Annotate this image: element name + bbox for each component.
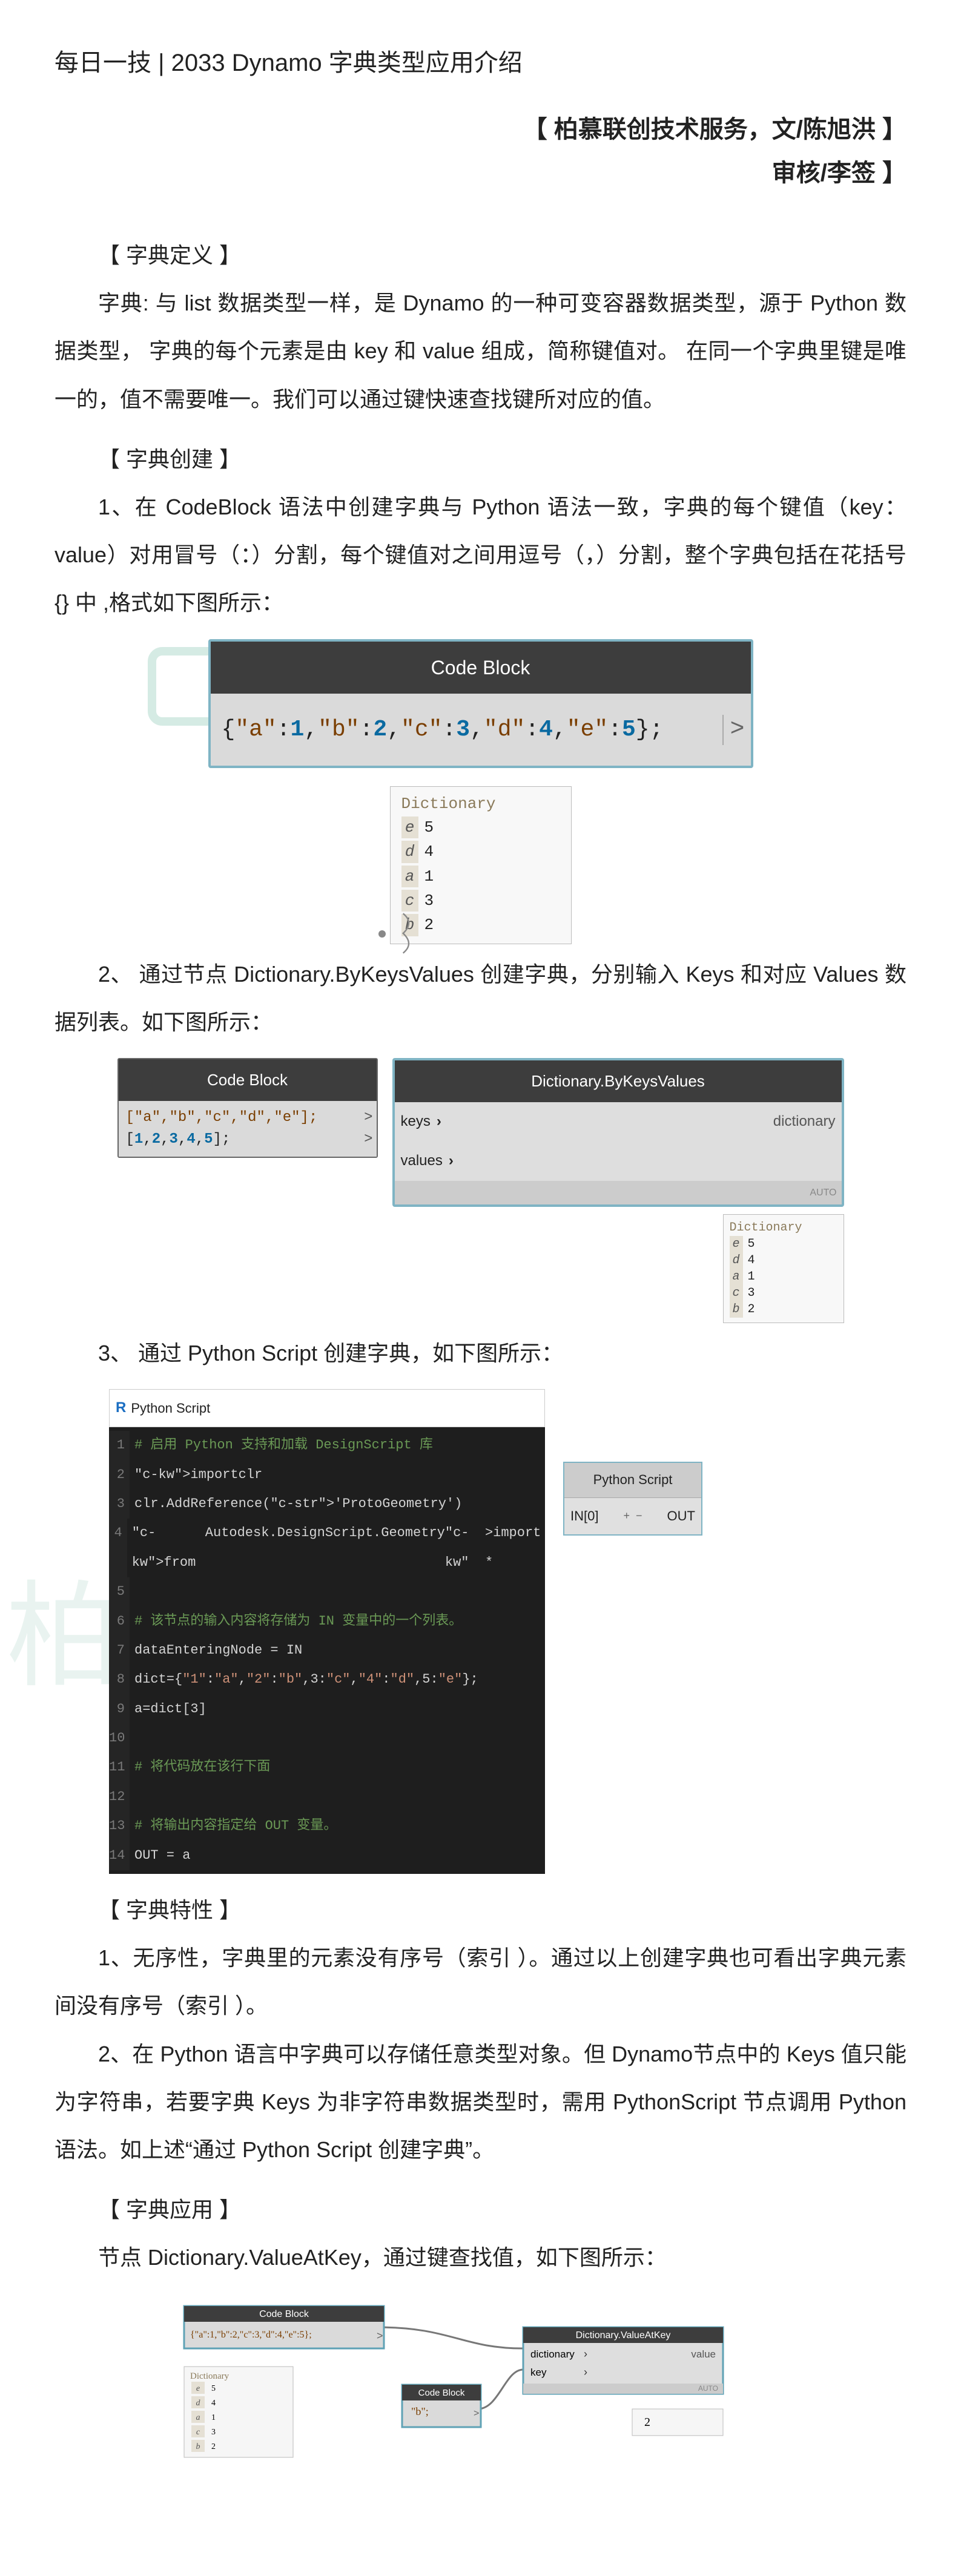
- python-script-node: Python Script IN[0] + − OUT: [563, 1462, 702, 1536]
- port-values: values: [401, 1145, 443, 1177]
- svg-text:a: a: [196, 2413, 200, 2422]
- dictionary-output-panel: Dictionary e 5 d 4 a 1 c 3 b 2: [184, 2367, 293, 2457]
- expand-handle-icon: [401, 912, 416, 954]
- create-method-3: 3、 通过 Python Script 创建字典，如下图所示：: [54, 1329, 907, 1377]
- article-title: 每日一技 | 2033 Dynamo 字典类型应用介绍: [54, 36, 907, 90]
- figure-valueatkey: Code Block {"a":1,"b":2,"c":3,"d":4,"e":…: [148, 2294, 814, 2534]
- property-2: 2、在 Python 语言中字典可以存储任意类型对象。但 Dynamo节点中的 …: [54, 2030, 907, 2174]
- byline-reviewer: 审核/李签 】: [54, 151, 907, 195]
- svg-text:AUTO: AUTO: [698, 2384, 718, 2393]
- application-paragraph: 节点 Dictionary.ValueAtKey，通过键查找值，如下图所示：: [54, 2233, 907, 2281]
- figure-codeblock-dict: www.lcbim.com Code Block {"a":1,"b":2,"c…: [208, 639, 753, 944]
- dictionary-bykeysvalues-node: Dictionary.ByKeysValues keys›dictionary …: [392, 1058, 844, 1207]
- svg-text:Dictionary: Dictionary: [190, 2371, 230, 2381]
- port-in: IN[0]: [570, 1502, 598, 1531]
- svg-text:>: >: [474, 2408, 479, 2419]
- port-dictionary-out: dictionary: [773, 1106, 836, 1138]
- output-type-label: Dictionary: [399, 793, 563, 815]
- svg-text:dictionary: dictionary: [530, 2348, 575, 2360]
- figure-bykeysvalues: Code Block ["a","b","c","d","e"]; [1,2,3…: [117, 1058, 844, 1323]
- byline: 【 柏慕联创技术服务，文/陈旭洪 】 审核/李签 】: [54, 108, 907, 195]
- codeblock-node: Code Block {"a":1,"b":2,"c":3,"d":4,"e":…: [184, 2306, 384, 2348]
- node-header: Dictionary.ByKeysValues: [395, 1060, 842, 1102]
- node-header: Code Block: [211, 642, 751, 694]
- python-editor-body: 1# 启用 Python 支持和加载 DesignScript 库2"c-kw"…: [109, 1427, 545, 1874]
- figure-python-script: RPython Script 1# 启用 Python 支持和加载 Design…: [109, 1389, 775, 1874]
- create-method-2: 2、 通过节点 Dictionary.ByKeysValues 创建字典，分别输…: [54, 950, 907, 1046]
- section-create-label: 【 字典创建 】: [54, 435, 907, 483]
- svg-text:value: value: [691, 2348, 716, 2360]
- codeblock-node: Code Block {"a":1,"b":2,"c":3,"d":4,"e":…: [208, 639, 753, 769]
- byline-author: 【 柏慕联创技术服务，文/陈旭洪 】: [54, 108, 907, 151]
- port-out: OUT: [667, 1502, 695, 1531]
- svg-text:2: 2: [211, 2442, 216, 2451]
- property-1: 1、无序性，字典里的元素没有序号（索引 ）。通过以上创建字典也可看出字典元素间没…: [54, 1934, 907, 2029]
- definition-paragraph: 字典: 与 list 数据类型一样，是 Dynamo 的一种可变容器数据类型，源…: [54, 279, 907, 423]
- codeblock-node-key: Code Block "b"; >: [402, 2385, 481, 2427]
- svg-text:"b";: "b";: [411, 2405, 429, 2417]
- dictionary-valueatkey-node: Dictionary.ValueAtKey dictionary › value…: [523, 2327, 723, 2394]
- svg-text:1: 1: [211, 2413, 216, 2422]
- dictionary-output-panel: Dictionary e5d4a1c3b2: [390, 786, 572, 944]
- section-definition-label: 【 字典定义 】: [54, 231, 907, 279]
- node-header: Code Block: [119, 1059, 377, 1101]
- svg-text:5: 5: [211, 2384, 216, 2393]
- codeblock-body: {"a":1,"b":2,"c":3,"d":4,"e":5}; >: [211, 694, 751, 766]
- revit-logo-icon: R: [116, 1392, 126, 1424]
- python-editor-titlebar: RPython Script: [109, 1389, 545, 1427]
- svg-text:>: >: [377, 2330, 383, 2342]
- svg-text:Code Block: Code Block: [259, 2309, 309, 2319]
- section-application-label: 【 字典应用 】: [54, 2186, 907, 2233]
- create-method-1: 1、在 CodeBlock 语法中创建字典与 Python 语法一致，字典的每个…: [54, 483, 907, 627]
- svg-text:›: ›: [584, 2348, 587, 2360]
- port-keys: keys: [401, 1106, 431, 1138]
- svg-text:3: 3: [211, 2428, 216, 2437]
- svg-text:Code Block: Code Block: [418, 2388, 464, 2398]
- dictionary-output-panel: Dictionary e5d4a1c3b2: [723, 1214, 844, 1323]
- section-properties-label: 【 字典特性 】: [54, 1886, 907, 1934]
- svg-text:c: c: [196, 2428, 200, 2437]
- svg-text:›: ›: [584, 2366, 587, 2378]
- svg-text:key: key: [530, 2367, 547, 2378]
- svg-text:2: 2: [644, 2416, 650, 2429]
- svg-text:{"a":1,"b":2,"c":3,"d":4,"e":5: {"a":1,"b":2,"c":3,"d":4,"e":5};: [190, 2330, 312, 2340]
- chevron-right-icon: ›: [449, 1145, 454, 1177]
- value-output-panel: 2: [632, 2409, 723, 2436]
- output-port-icon: >>: [364, 1107, 372, 1151]
- svg-text:e: e: [196, 2384, 199, 2393]
- chevron-right-icon: ›: [437, 1106, 441, 1138]
- svg-text:d: d: [196, 2399, 200, 2408]
- svg-text:4: 4: [211, 2399, 216, 2408]
- svg-text:b: b: [196, 2442, 200, 2451]
- svg-text:Dictionary.ValueAtKey: Dictionary.ValueAtKey: [575, 2330, 670, 2341]
- lacing-label: AUTO: [395, 1181, 842, 1204]
- output-port-icon: >: [722, 715, 744, 745]
- codeblock-node: Code Block ["a","b","c","d","e"]; [1,2,3…: [117, 1058, 378, 1158]
- add-port-icon: + −: [623, 1504, 642, 1528]
- node-header: Python Script: [564, 1463, 701, 1497]
